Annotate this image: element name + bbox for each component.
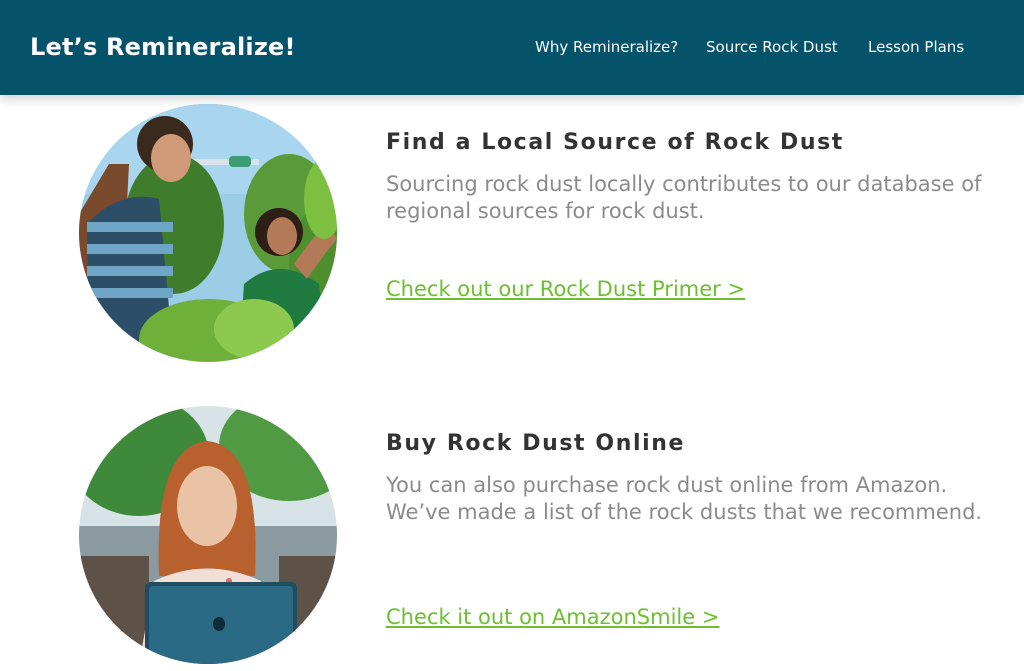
buy-online-photo: [79, 406, 337, 664]
nav-why-remineralize[interactable]: Why Remineralize?: [535, 38, 678, 56]
site-header: Let’s Remineralize! Why Remineralize? So…: [0, 0, 1024, 95]
nav-lesson-plans[interactable]: Lesson Plans: [868, 38, 964, 56]
rock-dust-primer-link[interactable]: Check out our Rock Dust Primer >: [386, 277, 745, 301]
buy-online-section: Buy Rock Dust Online You can also purcha…: [386, 431, 1006, 526]
buy-online-title: Buy Rock Dust Online: [386, 431, 686, 456]
main-nav: Why Remineralize? Source Rock Dust Lesso…: [0, 38, 1024, 58]
local-source-title: Find a Local Source of Rock Dust: [386, 130, 844, 155]
nav-source-rock-dust[interactable]: Source Rock Dust: [706, 38, 838, 56]
amazonsmile-link[interactable]: Check it out on AmazonSmile >: [386, 605, 719, 629]
local-source-section: Find a Local Source of Rock Dust Sourcin…: [386, 130, 1006, 225]
local-source-description: Sourcing rock dust locally contributes t…: [386, 172, 982, 223]
local-source-photo: [79, 104, 337, 362]
buy-online-description: You can also purchase rock dust online f…: [386, 473, 983, 524]
